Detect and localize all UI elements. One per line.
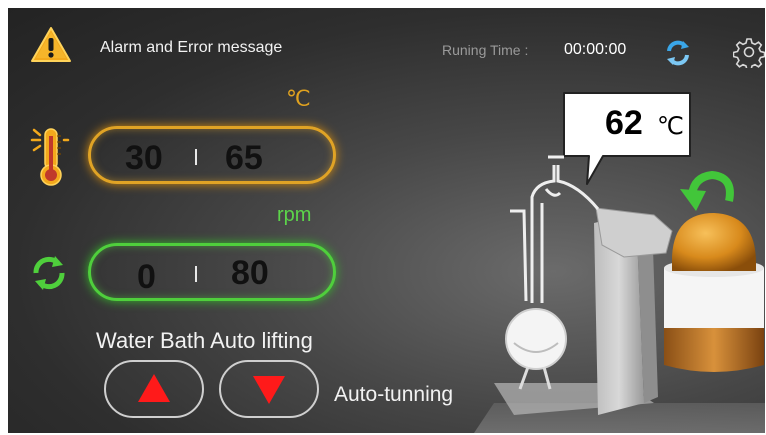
rotary-evaporator-illustration (474, 155, 765, 433)
speed-control[interactable]: 0 80 (88, 243, 336, 301)
temperature-current: 30 (125, 139, 163, 177)
rotation-icon (33, 256, 65, 290)
temperature-target[interactable]: 65 (225, 139, 263, 178)
temperature-divider (195, 149, 197, 165)
auto-tuning-button[interactable]: Auto-tunning (334, 383, 453, 407)
arrow-up-icon (138, 374, 170, 402)
thermometer-icon (30, 128, 70, 186)
speed-current: 0 (137, 258, 156, 296)
callout-temperature-unit: ℃ (657, 113, 684, 140)
lift-up-button[interactable] (104, 360, 204, 418)
callout-temperature-value: 62 (605, 104, 643, 142)
temperature-control[interactable]: 30 65 (88, 126, 336, 184)
running-time-value: 00:00:00 (564, 41, 627, 58)
control-screen: Alarm and Error message Runing Time : 00… (8, 8, 765, 433)
temperature-unit: ℃ (286, 86, 311, 111)
lift-down-button[interactable] (219, 360, 319, 418)
refresh-icon[interactable] (663, 38, 693, 68)
gear-icon[interactable] (733, 36, 765, 68)
running-time-label: Runing Time : (442, 42, 529, 58)
speed-target[interactable]: 80 (231, 254, 269, 293)
water-bath-label: Water Bath Auto lifting (96, 328, 313, 353)
arrow-down-icon (253, 376, 285, 404)
speed-divider (195, 266, 197, 282)
alarm-message-link[interactable]: Alarm and Error message (100, 39, 282, 57)
warning-icon[interactable] (30, 26, 72, 64)
speed-unit: rpm (277, 204, 312, 226)
